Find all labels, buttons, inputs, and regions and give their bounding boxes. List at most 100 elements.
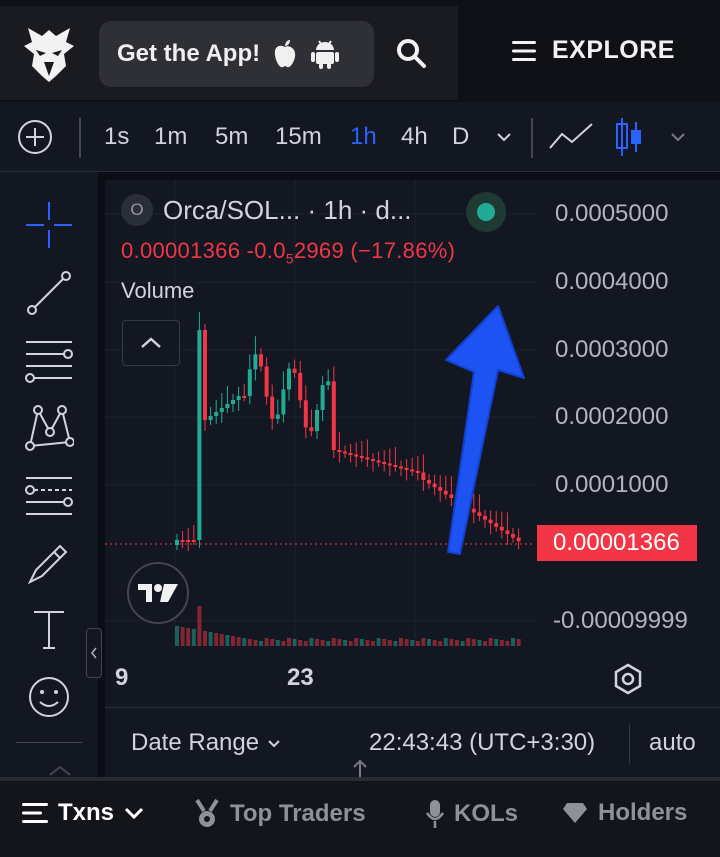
volume-bar: [505, 641, 510, 646]
line-chart-type-icon[interactable]: [548, 102, 594, 172]
emoji-icon[interactable]: [24, 672, 74, 722]
candle-chart-type-icon[interactable]: [614, 102, 644, 172]
tab-holders[interactable]: Holders: [562, 799, 687, 827]
volume-bar: [298, 640, 303, 646]
candle-body: [382, 462, 387, 464]
chart-bottom-bar: Date Range 22:43:43 (UTC+3:30) auto: [105, 707, 720, 777]
interval-1s[interactable]: 1s: [104, 102, 129, 172]
chart-type-dropdown-chevron-icon[interactable]: [668, 102, 688, 172]
tab-top-traders[interactable]: Top Traders: [194, 799, 366, 829]
collapse-legend-button[interactable]: [122, 320, 180, 366]
volume-bar: [343, 640, 347, 646]
search-icon[interactable]: [394, 36, 428, 70]
crosshair-icon[interactable]: [24, 200, 74, 250]
trend-line-icon[interactable]: [24, 268, 74, 318]
time-axis-label: 9: [115, 664, 129, 691]
bottom-bar-divider: [629, 724, 630, 764]
candle-body: [320, 385, 325, 410]
price-axis-label: 0.0004000: [555, 268, 669, 295]
candle-body: [275, 414, 280, 419]
date-range-button[interactable]: Date Range: [131, 729, 281, 757]
add-symbol-icon[interactable]: [16, 102, 54, 172]
volume-bar: [511, 638, 515, 646]
price-axis-label: 0.0002000: [555, 403, 669, 430]
last-price-tag: 0.00001366: [537, 525, 697, 561]
chevron-up-icon: [141, 337, 161, 348]
volume-bar: [180, 627, 185, 646]
tab-txns[interactable]: Txns: [22, 799, 144, 827]
volume-bar: [259, 641, 263, 646]
text-tool-icon[interactable]: [24, 604, 74, 654]
volume-bar: [471, 639, 476, 646]
volume-bar: [208, 632, 213, 646]
pattern-tool-icon[interactable]: [24, 402, 74, 452]
volume-bar: [365, 640, 370, 646]
volume-bar: [287, 638, 291, 646]
volume-bar: [443, 638, 448, 646]
candle-body: [292, 368, 297, 373]
status-dot-icon: [477, 203, 495, 221]
chevron-left-icon: [91, 647, 97, 659]
candle-body: [186, 540, 191, 542]
fib-retracement-icon[interactable]: [24, 470, 74, 520]
collapse-sidebar-handle[interactable]: [86, 628, 102, 678]
chart-toolbar: 1s 1m 5m 15m 1h 4h D: [0, 102, 720, 172]
brush-icon[interactable]: [24, 538, 74, 588]
sidebar-divider: [16, 742, 82, 743]
tradingview-logo-icon[interactable]: [127, 562, 189, 624]
eagle-logo-icon[interactable]: [22, 26, 76, 84]
horizontal-lines-icon[interactable]: [24, 336, 74, 386]
top-header: Get the App! EXPLORE: [0, 0, 720, 102]
candle-body: [281, 389, 286, 415]
volume-bar: [488, 638, 493, 646]
candle-body: [393, 465, 398, 467]
candle-body: [371, 459, 375, 461]
volume-bar: [494, 639, 499, 646]
volume-bar: [253, 640, 258, 646]
volume-bar: [191, 629, 196, 646]
chart-settings-icon[interactable]: [611, 662, 645, 696]
explore-menu-button[interactable]: EXPLORE: [512, 36, 675, 65]
get-the-app-button[interactable]: Get the App!: [99, 21, 374, 87]
timezone-clock[interactable]: 22:43:43 (UTC+3:30): [369, 729, 595, 757]
candle-body: [376, 460, 381, 463]
candle-body: [354, 454, 359, 457]
price-chart[interactable]: O Orca/SOL... · 1h · d... 0.00001366 -0.…: [105, 180, 720, 777]
interval-1m[interactable]: 1m: [154, 102, 187, 172]
candle-body: [337, 450, 342, 452]
price-axis-label: 0.0003000: [555, 336, 669, 363]
volume-bar: [197, 606, 202, 646]
interval-5m[interactable]: 5m: [215, 102, 248, 172]
market-status-indicator[interactable]: [466, 192, 506, 232]
explore-label: EXPLORE: [552, 36, 675, 64]
volume-bar: [236, 637, 241, 646]
symbol-legend[interactable]: O Orca/SOL... · 1h · d...: [121, 194, 412, 226]
candle-body: [208, 416, 213, 420]
tab-label: Top Traders: [230, 800, 366, 827]
candle-body: [387, 463, 392, 466]
drawing-tools-sidebar: [0, 172, 98, 777]
sidebar-more-chevron-icon[interactable]: [48, 764, 72, 776]
volume-bar: [309, 638, 314, 646]
volume-bar: [427, 639, 431, 646]
candle-body: [191, 540, 196, 542]
interval-dropdown-chevron-icon[interactable]: [494, 102, 514, 172]
interval-4h[interactable]: 4h: [401, 102, 428, 172]
volume-bar: [203, 631, 207, 646]
interval-d[interactable]: D: [452, 102, 469, 172]
list-icon: [22, 803, 48, 823]
symbol-logo-icon: O: [121, 194, 153, 226]
toolbar-divider: [79, 118, 81, 158]
volume-bar: [404, 639, 409, 646]
tab-kols[interactable]: KOLs: [426, 799, 518, 829]
chevron-down-icon: [124, 807, 144, 819]
volume-bar: [348, 641, 353, 646]
candle-body: [348, 453, 353, 455]
interval-1h[interactable]: 1h: [350, 102, 377, 172]
auto-scale-toggle[interactable]: auto: [649, 729, 696, 757]
volume-bar: [387, 640, 392, 646]
price-axis-label: -0.00009999: [553, 607, 688, 634]
candle-body: [298, 372, 303, 401]
volume-indicator-label[interactable]: Volume: [121, 278, 194, 304]
interval-15m[interactable]: 15m: [275, 102, 322, 172]
